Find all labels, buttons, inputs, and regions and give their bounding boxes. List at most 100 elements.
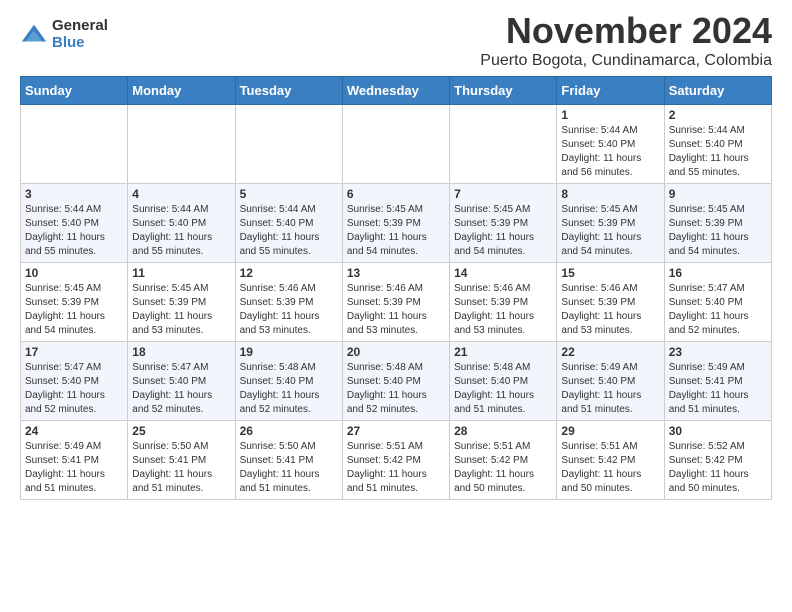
day-cell-9: 9 Sunrise: 5:45 AM Sunset: 5:39 PM Daylig… (664, 184, 771, 263)
day-number: 1 (561, 108, 659, 122)
week-row-1: 1 Sunrise: 5:44 AM Sunset: 5:40 PM Daylig… (21, 105, 772, 184)
day-cell-23: 23 Sunrise: 5:49 AM Sunset: 5:41 PM Dayli… (664, 342, 771, 421)
day-info: Sunrise: 5:49 AM Sunset: 5:41 PM Dayligh… (669, 361, 767, 417)
day-info: Sunrise: 5:50 AM Sunset: 5:41 PM Dayligh… (132, 440, 230, 496)
day-info: Sunrise: 5:51 AM Sunset: 5:42 PM Dayligh… (561, 440, 659, 496)
day-cell-3: 3 Sunrise: 5:44 AM Sunset: 5:40 PM Daylig… (21, 184, 128, 263)
day-cell-12: 12Sunrise: 5:46 AM Sunset: 5:39 PM Dayli… (235, 263, 342, 342)
day-info: Sunrise: 5:47 AM Sunset: 5:40 PM Dayligh… (132, 361, 230, 417)
weekday-header-row: SundayMondayTuesdayWednesdayThursdayFrid… (21, 77, 772, 105)
day-cell-15: 15 Sunrise: 5:46 AM Sunset: 5:39 PM Dayli… (557, 263, 664, 342)
weekday-header-sunday: Sunday (21, 77, 128, 105)
empty-cell (342, 105, 449, 184)
day-cell-13: 13Sunrise: 5:46 AM Sunset: 5:39 PM Dayli… (342, 263, 449, 342)
day-info: Sunrise: 5:44 AM Sunset: 5:40 PM Dayligh… (240, 203, 338, 259)
month-title: November 2024 (480, 10, 772, 52)
day-number: 26 (240, 424, 338, 438)
day-number: 15 (561, 266, 659, 280)
week-row-2: 3 Sunrise: 5:44 AM Sunset: 5:40 PM Daylig… (21, 184, 772, 263)
week-row-3: 10 Sunrise: 5:45 AM Sunset: 5:39 PM Dayli… (21, 263, 772, 342)
day-info: Sunrise: 5:47 AM Sunset: 5:40 PM Dayligh… (669, 282, 767, 338)
day-number: 6 (347, 187, 445, 201)
week-row-5: 24Sunrise: 5:49 AM Sunset: 5:41 PM Dayli… (21, 421, 772, 500)
empty-cell (128, 105, 235, 184)
day-number: 30 (669, 424, 767, 438)
day-info: Sunrise: 5:51 AM Sunset: 5:42 PM Dayligh… (347, 440, 445, 496)
weekday-header-saturday: Saturday (664, 77, 771, 105)
day-cell-22: 22 Sunrise: 5:49 AM Sunset: 5:40 PM Dayli… (557, 342, 664, 421)
day-cell-19: 19 Sunrise: 5:48 AM Sunset: 5:40 PM Dayli… (235, 342, 342, 421)
day-info: Sunrise: 5:45 AM Sunset: 5:39 PM Dayligh… (454, 203, 552, 259)
day-info: Sunrise: 5:45 AM Sunset: 5:39 PM Dayligh… (669, 203, 767, 259)
logo-blue-text: Blue (52, 35, 108, 52)
day-number: 17 (25, 345, 123, 359)
empty-cell (21, 105, 128, 184)
day-number: 5 (240, 187, 338, 201)
day-number: 19 (240, 345, 338, 359)
day-number: 29 (561, 424, 659, 438)
day-cell-27: 27Sunrise: 5:51 AM Sunset: 5:42 PM Dayli… (342, 421, 449, 500)
day-number: 9 (669, 187, 767, 201)
location-title: Puerto Bogota, Cundinamarca, Colombia (480, 52, 772, 70)
day-info: Sunrise: 5:48 AM Sunset: 5:40 PM Dayligh… (454, 361, 552, 417)
day-number: 18 (132, 345, 230, 359)
title-section: November 2024 Puerto Bogota, Cundinamarc… (480, 10, 772, 70)
day-cell-28: 28 Sunrise: 5:51 AM Sunset: 5:42 PM Dayli… (450, 421, 557, 500)
day-info: Sunrise: 5:45 AM Sunset: 5:39 PM Dayligh… (347, 203, 445, 259)
day-cell-4: 4 Sunrise: 5:44 AM Sunset: 5:40 PM Daylig… (128, 184, 235, 263)
day-number: 8 (561, 187, 659, 201)
day-info: Sunrise: 5:45 AM Sunset: 5:39 PM Dayligh… (25, 282, 123, 338)
day-number: 21 (454, 345, 552, 359)
day-cell-18: 18 Sunrise: 5:47 AM Sunset: 5:40 PM Dayli… (128, 342, 235, 421)
day-cell-26: 26 Sunrise: 5:50 AM Sunset: 5:41 PM Dayli… (235, 421, 342, 500)
weekday-header-tuesday: Tuesday (235, 77, 342, 105)
day-number: 12 (240, 266, 338, 280)
day-info: Sunrise: 5:44 AM Sunset: 5:40 PM Dayligh… (132, 203, 230, 259)
weekday-header-monday: Monday (128, 77, 235, 105)
day-number: 24 (25, 424, 123, 438)
day-info: Sunrise: 5:44 AM Sunset: 5:40 PM Dayligh… (25, 203, 123, 259)
day-cell-20: 20 Sunrise: 5:48 AM Sunset: 5:40 PM Dayli… (342, 342, 449, 421)
day-info: Sunrise: 5:48 AM Sunset: 5:40 PM Dayligh… (347, 361, 445, 417)
day-cell-7: 7 Sunrise: 5:45 AM Sunset: 5:39 PM Daylig… (450, 184, 557, 263)
day-info: Sunrise: 5:49 AM Sunset: 5:40 PM Dayligh… (561, 361, 659, 417)
day-number: 7 (454, 187, 552, 201)
day-cell-29: 29 Sunrise: 5:51 AM Sunset: 5:42 PM Dayli… (557, 421, 664, 500)
day-info: Sunrise: 5:48 AM Sunset: 5:40 PM Dayligh… (240, 361, 338, 417)
day-number: 23 (669, 345, 767, 359)
day-cell-17: 17 Sunrise: 5:47 AM Sunset: 5:40 PM Dayli… (21, 342, 128, 421)
calendar-table: SundayMondayTuesdayWednesdayThursdayFrid… (20, 76, 772, 500)
day-number: 4 (132, 187, 230, 201)
day-cell-6: 6 Sunrise: 5:45 AM Sunset: 5:39 PM Daylig… (342, 184, 449, 263)
day-info: Sunrise: 5:51 AM Sunset: 5:42 PM Dayligh… (454, 440, 552, 496)
header: General Blue November 2024 Puerto Bogota… (20, 10, 772, 70)
day-info: Sunrise: 5:44 AM Sunset: 5:40 PM Dayligh… (561, 124, 659, 180)
day-info: Sunrise: 5:46 AM Sunset: 5:39 PM Dayligh… (454, 282, 552, 338)
day-number: 14 (454, 266, 552, 280)
day-info: Sunrise: 5:50 AM Sunset: 5:41 PM Dayligh… (240, 440, 338, 496)
day-number: 28 (454, 424, 552, 438)
day-cell-30: 30Sunrise: 5:52 AM Sunset: 5:42 PM Dayli… (664, 421, 771, 500)
weekday-header-friday: Friday (557, 77, 664, 105)
day-number: 22 (561, 345, 659, 359)
day-number: 11 (132, 266, 230, 280)
day-cell-2: 2 Sunrise: 5:44 AM Sunset: 5:40 PM Daylig… (664, 105, 771, 184)
weekday-header-wednesday: Wednesday (342, 77, 449, 105)
day-cell-10: 10 Sunrise: 5:45 AM Sunset: 5:39 PM Dayli… (21, 263, 128, 342)
day-number: 16 (669, 266, 767, 280)
day-cell-5: 5 Sunrise: 5:44 AM Sunset: 5:40 PM Daylig… (235, 184, 342, 263)
weekday-header-thursday: Thursday (450, 77, 557, 105)
day-number: 2 (669, 108, 767, 122)
week-row-4: 17 Sunrise: 5:47 AM Sunset: 5:40 PM Dayli… (21, 342, 772, 421)
day-info: Sunrise: 5:47 AM Sunset: 5:40 PM Dayligh… (25, 361, 123, 417)
day-number: 13 (347, 266, 445, 280)
day-info: Sunrise: 5:46 AM Sunset: 5:39 PM Dayligh… (561, 282, 659, 338)
day-number: 25 (132, 424, 230, 438)
day-info: Sunrise: 5:44 AM Sunset: 5:40 PM Dayligh… (669, 124, 767, 180)
day-number: 3 (25, 187, 123, 201)
day-number: 20 (347, 345, 445, 359)
day-info: Sunrise: 5:45 AM Sunset: 5:39 PM Dayligh… (132, 282, 230, 338)
logo-icon (20, 21, 48, 49)
empty-cell (450, 105, 557, 184)
day-number: 10 (25, 266, 123, 280)
